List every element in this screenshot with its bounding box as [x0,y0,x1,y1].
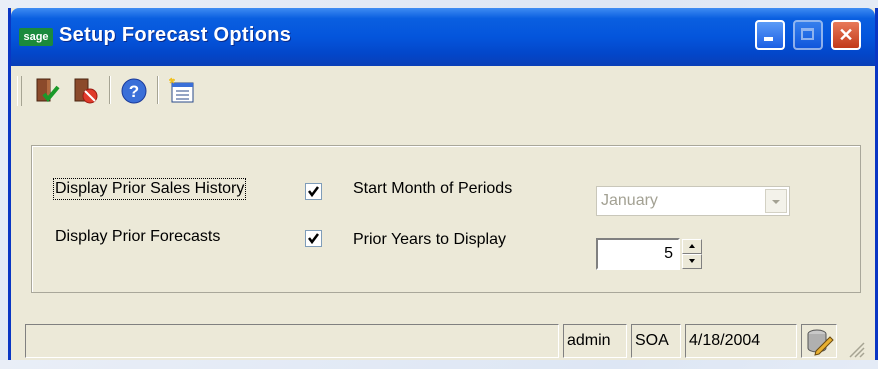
display-prior-sales-history-label[interactable]: Display Prior Sales History [52,178,247,200]
help-button[interactable]: ? [119,76,149,106]
start-month-value: January [601,192,658,209]
sage-logo: sage [19,28,53,46]
database-status[interactable] [801,324,837,358]
checkmark-icon [308,186,319,198]
minimize-icon [764,37,773,41]
maximize-icon [801,28,814,40]
toolbar-grip [17,76,22,106]
status-bar: admin SOA 4/18/2004 [11,314,875,360]
start-month-select[interactable]: January [596,186,790,216]
display-prior-forecasts-checkbox[interactable] [305,230,322,247]
prior-years-label: Prior Years to Display [353,231,506,248]
setup-button[interactable] [167,76,197,106]
database-edit-icon [807,329,834,356]
display-prior-forecasts-label[interactable]: Display Prior Forecasts [55,228,220,246]
start-month-dropdown-button[interactable] [765,189,787,213]
accept-button[interactable] [31,76,61,106]
status-date: 4/18/2004 [685,324,797,358]
svg-text:?: ? [129,82,139,101]
prior-years-increment-button[interactable] [682,239,702,254]
setup-forecast-options-window: sage Setup Forecast Options ✕ ? Display … [8,8,878,360]
toolbar: ? [11,66,875,116]
cancel-door-icon [74,78,98,104]
spin-down-icon [689,259,695,263]
minimize-button[interactable] [755,20,785,50]
resize-grip-icon[interactable] [847,340,865,358]
close-button[interactable]: ✕ [831,20,861,50]
help-icon: ? [121,78,147,104]
options-group [31,145,861,293]
prior-years-value: 5 [664,245,673,262]
close-icon: ✕ [838,25,854,45]
checkmark-icon [308,233,319,245]
spin-up-icon [689,244,695,248]
status-message-panel [25,324,559,358]
toolbar-separator [109,76,111,104]
accept-door-icon [36,78,60,103]
display-prior-sales-history-checkbox[interactable] [305,183,322,200]
prior-years-input[interactable]: 5 [596,238,680,270]
status-company: SOA [631,324,681,358]
prior-years-decrement-button[interactable] [682,254,702,269]
title-bar[interactable]: sage Setup Forecast Options ✕ [11,8,875,66]
maximize-button[interactable] [793,20,823,50]
window-title: Setup Forecast Options [59,24,292,46]
cancel-button[interactable] [69,76,99,106]
toolbar-separator [157,76,159,104]
chevron-down-icon [772,200,780,204]
status-user: admin [563,324,627,358]
setup-icon [169,77,194,103]
start-month-label: Start Month of Periods [353,180,513,197]
